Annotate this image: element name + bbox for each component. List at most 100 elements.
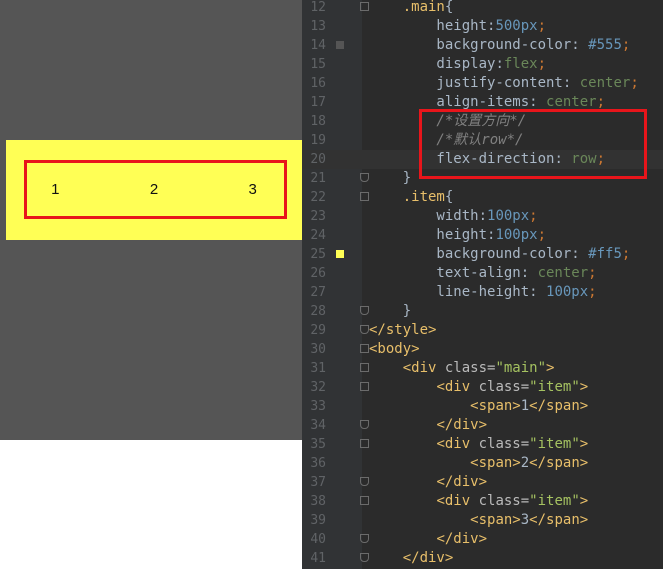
fold-end-icon[interactable] bbox=[360, 553, 369, 562]
code-line[interactable]: 28 } bbox=[302, 302, 663, 321]
code-text: background-color: #555; bbox=[369, 37, 631, 53]
line-number: 27 bbox=[310, 285, 326, 300]
code-line[interactable]: 33 <span>1</span> bbox=[302, 397, 663, 416]
code-line[interactable]: 34 </div> bbox=[302, 416, 663, 435]
code-line[interactable]: 32 <div class="item"> bbox=[302, 378, 663, 397]
fold-end-icon[interactable] bbox=[360, 420, 369, 429]
red-highlight-box bbox=[24, 160, 287, 219]
code-line[interactable]: 37 </div> bbox=[302, 473, 663, 492]
code-text: </div> bbox=[436, 474, 488, 490]
code-text: height:500px; bbox=[369, 18, 547, 34]
code-text: background-color: #ff5; bbox=[369, 246, 631, 262]
code-text: <span>2</span> bbox=[470, 455, 589, 471]
line-number: 17 bbox=[310, 95, 326, 110]
fold-toggle-icon[interactable] bbox=[360, 344, 369, 353]
line-number: 40 bbox=[310, 532, 326, 547]
line-number: 14 bbox=[310, 38, 326, 53]
fold-toggle-icon[interactable] bbox=[360, 496, 369, 505]
fold-end-icon[interactable] bbox=[360, 306, 369, 315]
line-number: 23 bbox=[310, 209, 326, 224]
fold-toggle-icon[interactable] bbox=[360, 192, 369, 201]
code-text: </div> bbox=[436, 417, 488, 433]
line-number: 24 bbox=[310, 228, 326, 243]
line-number: 29 bbox=[310, 323, 326, 338]
line-number: 30 bbox=[310, 342, 326, 357]
line-number: 35 bbox=[310, 437, 326, 452]
line-number: 15 bbox=[310, 57, 326, 72]
main-flex-container: 1 2 3 bbox=[0, 0, 302, 440]
line-number: 21 bbox=[310, 171, 326, 186]
code-line[interactable]: 15 display:flex; bbox=[302, 55, 663, 74]
code-line[interactable]: 26 text-align: center; bbox=[302, 264, 663, 283]
code-line[interactable]: 24 height:100px; bbox=[302, 226, 663, 245]
line-number: 19 bbox=[310, 133, 326, 148]
line-number: 13 bbox=[310, 19, 326, 34]
line-number: 33 bbox=[310, 399, 326, 414]
code-line[interactable]: 35 <div class="item"> bbox=[302, 435, 663, 454]
line-number: 25 bbox=[310, 247, 326, 262]
code-text: </div> bbox=[402, 550, 454, 566]
code-text: <span>3</span> bbox=[470, 512, 589, 528]
code-text: text-align: center; bbox=[369, 265, 597, 281]
code-text: <div class="item"> bbox=[436, 493, 589, 509]
color-swatch-icon bbox=[336, 250, 344, 258]
code-line[interactable]: 25 background-color: #ff5; bbox=[302, 245, 663, 264]
code-text: <div class="main"> bbox=[402, 360, 555, 376]
code-text: .main{ bbox=[402, 0, 454, 15]
line-number: 34 bbox=[310, 418, 326, 433]
code-text: <div class="item"> bbox=[436, 436, 589, 452]
code-text: line-height: 100px; bbox=[369, 284, 597, 300]
code-text: } bbox=[369, 303, 412, 319]
line-number: 16 bbox=[310, 76, 326, 91]
code-text: <span>1</span> bbox=[470, 398, 589, 414]
line-number: 37 bbox=[310, 475, 326, 490]
code-text: .item{ bbox=[402, 189, 454, 205]
line-number: 41 bbox=[310, 551, 326, 566]
fold-end-icon[interactable] bbox=[360, 325, 369, 334]
red-highlight-box bbox=[419, 109, 647, 179]
line-number: 32 bbox=[310, 380, 326, 395]
code-line[interactable]: 16 justify-content: center; bbox=[302, 74, 663, 93]
code-line[interactable]: 29 </style> bbox=[302, 321, 663, 340]
code-line[interactable]: 12 .main{ bbox=[302, 0, 663, 17]
code-line[interactable]: 38 <div class="item"> bbox=[302, 492, 663, 511]
code-text: } bbox=[369, 170, 412, 186]
color-swatch-icon bbox=[336, 41, 344, 49]
fold-toggle-icon[interactable] bbox=[360, 439, 369, 448]
line-number: 39 bbox=[310, 513, 326, 528]
code-line[interactable]: 14 background-color: #555; bbox=[302, 36, 663, 55]
fold-end-icon[interactable] bbox=[360, 173, 369, 182]
code-line[interactable]: 13 height:500px; bbox=[302, 17, 663, 36]
code-text: </div> bbox=[436, 531, 488, 547]
code-line[interactable]: 22 .item{ bbox=[302, 188, 663, 207]
code-line[interactable]: 39 <span>3</span> bbox=[302, 511, 663, 530]
fold-end-icon[interactable] bbox=[360, 534, 369, 543]
code-editor[interactable]: 12 .main{13 height:500px; 14 background-c… bbox=[302, 0, 663, 569]
code-line[interactable]: 40 </div> bbox=[302, 530, 663, 549]
code-text: display:flex; bbox=[369, 56, 547, 72]
fold-toggle-icon[interactable] bbox=[360, 2, 369, 11]
code-text: </style> bbox=[369, 322, 437, 338]
fold-toggle-icon[interactable] bbox=[360, 382, 369, 391]
code-text: <body> bbox=[369, 341, 420, 357]
code-line[interactable]: 31 <div class="main"> bbox=[302, 359, 663, 378]
line-number: 12 bbox=[310, 0, 326, 15]
code-text: <div class="item"> bbox=[436, 379, 589, 395]
fold-end-icon[interactable] bbox=[360, 477, 369, 486]
code-text: width:100px; bbox=[369, 208, 538, 224]
line-number: 26 bbox=[310, 266, 326, 281]
code-line[interactable]: 36 <span>2</span> bbox=[302, 454, 663, 473]
browser-preview-pane: 1 2 3 bbox=[0, 0, 302, 569]
code-line[interactable]: 27 line-height: 100px; bbox=[302, 283, 663, 302]
line-number: 28 bbox=[310, 304, 326, 319]
code-line[interactable]: 41 </div> bbox=[302, 549, 663, 568]
fold-toggle-icon[interactable] bbox=[360, 363, 369, 372]
line-number: 36 bbox=[310, 456, 326, 471]
line-number: 31 bbox=[310, 361, 326, 376]
code-text: justify-content: center; bbox=[369, 75, 639, 91]
line-number: 20 bbox=[310, 152, 326, 167]
code-text: height:100px; bbox=[369, 227, 547, 243]
code-line[interactable]: 30 <body> bbox=[302, 340, 663, 359]
line-number: 18 bbox=[310, 114, 326, 129]
code-line[interactable]: 23 width:100px; bbox=[302, 207, 663, 226]
